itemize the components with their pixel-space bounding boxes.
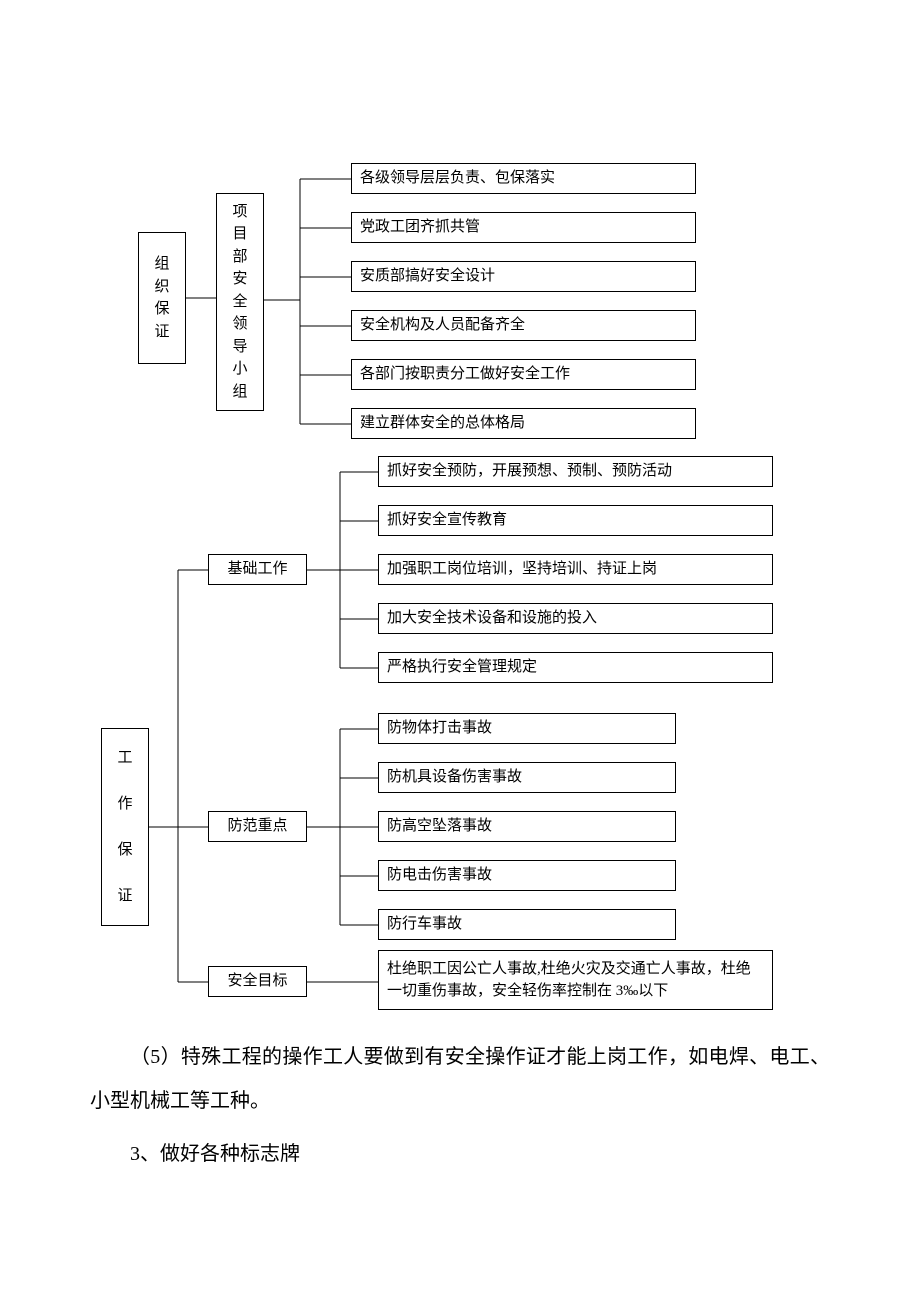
paragraph-5-text: （5）特殊工程的操作工人要做到有安全操作证才能上岗工作，如电焊、电工、小型机械工… xyxy=(90,1046,830,1112)
root-work-assurance: 工 作 保 证 xyxy=(101,728,149,926)
mid-prevent-key-text: 防范重点 xyxy=(227,815,287,838)
root2-c3: 保 xyxy=(117,839,132,862)
mid-basic-work-text: 基础工作 xyxy=(227,558,287,581)
mid1-c8: 小 xyxy=(232,358,247,381)
leaf-text: 各部门按职责分工做好安全工作 xyxy=(360,363,570,386)
root2-c4: 证 xyxy=(117,885,132,908)
root-org-assurance: 组 织 保 证 xyxy=(138,232,186,364)
leaf-safety-education: 抓好安全宣传教育 xyxy=(378,505,773,536)
leaf-safety-prevention: 抓好安全预防，开展预想、预制、预防活动 xyxy=(378,456,773,487)
mid1-c7: 导 xyxy=(232,336,247,359)
mid-project-safety-group: 项 目 部 安 全 领 导 小 组 xyxy=(216,193,264,411)
leaf-text: 防电击伤害事故 xyxy=(387,864,492,887)
mid1-c9: 组 xyxy=(232,381,247,404)
leaf-object-strike: 防物体打击事故 xyxy=(378,713,676,744)
leaf-text: 党政工团齐抓共管 xyxy=(360,216,480,239)
leaf-vehicle-accident: 防行车事故 xyxy=(378,909,676,940)
root2-c2: 作 xyxy=(117,793,132,816)
root-org-c3: 保 xyxy=(154,298,169,321)
leaf-fall-accident: 防高空坠落事故 xyxy=(378,811,676,842)
mid-safety-goal-text: 安全目标 xyxy=(227,970,287,993)
leaf-org-staffing: 安全机构及人员配备齐全 xyxy=(351,310,696,341)
mid1-c3: 部 xyxy=(232,246,247,269)
leaf-safety-investment: 加大安全技术设备和设施的投入 xyxy=(378,603,773,634)
leaf-job-training: 加强职工岗位培训，坚持培训、持证上岗 xyxy=(378,554,773,585)
leaf-text: 加大安全技术设备和设施的投入 xyxy=(387,607,597,630)
leaf-text: 抓好安全预防，开展预想、预制、预防活动 xyxy=(387,460,672,483)
leaf-group-safety-pattern: 建立群体安全的总体格局 xyxy=(351,408,696,439)
paragraph-5: （5）特殊工程的操作工人要做到有安全操作证才能上岗工作，如电焊、电工、小型机械工… xyxy=(0,1035,920,1123)
mid-basic-work: 基础工作 xyxy=(208,554,307,585)
mid1-c5: 全 xyxy=(232,291,247,314)
leaf-text: 防高空坠落事故 xyxy=(387,815,492,838)
leaf-text: 防物体打击事故 xyxy=(387,717,492,740)
leaf-text: 严格执行安全管理规定 xyxy=(387,656,537,679)
leaf-text: 各级领导层层负责、包保落实 xyxy=(360,167,555,190)
leaf-electric-shock: 防电击伤害事故 xyxy=(378,860,676,891)
leaf-party-union-manage: 党政工团齐抓共管 xyxy=(351,212,696,243)
leaf-text: 防机具设备伤害事故 xyxy=(387,766,522,789)
mid1-c1: 项 xyxy=(232,201,247,224)
mid-safety-goal: 安全目标 xyxy=(208,966,307,997)
mid-prevent-key: 防范重点 xyxy=(208,811,307,842)
leaf-dept-duties: 各部门按职责分工做好安全工作 xyxy=(351,359,696,390)
leaf-text: 抓好安全宣传教育 xyxy=(387,509,507,532)
leaf-leaders-responsible: 各级领导层层负责、包保落实 xyxy=(351,163,696,194)
leaf-text: 安质部搞好安全设计 xyxy=(360,265,495,288)
root2-c1: 工 xyxy=(117,747,132,770)
leaf-text: 安全机构及人员配备齐全 xyxy=(360,314,525,337)
root-org-c1: 组 xyxy=(154,253,169,276)
leaf-text: 加强职工岗位培训，坚持培训、持证上岗 xyxy=(387,558,657,581)
root-org-c2: 织 xyxy=(154,276,169,299)
mid1-c4: 安 xyxy=(232,268,247,291)
page: 组 织 保 证 项 目 部 安 全 领 导 小 组 各级领导层层负责、包保落实 … xyxy=(0,0,920,1302)
leaf-machine-injury: 防机具设备伤害事故 xyxy=(378,762,676,793)
leaf-safety-design: 安质部搞好安全设计 xyxy=(351,261,696,292)
mid1-c6: 领 xyxy=(232,313,247,336)
leaf-text: 建立群体安全的总体格局 xyxy=(360,412,525,435)
leaf-text: 防行车事故 xyxy=(387,913,462,936)
leaf-safety-target-text: 杜绝职工因公亡人事故,杜绝火灾及交通亡人事故，杜绝一切重伤事故，安全轻伤率控制在… xyxy=(378,950,773,1010)
mid1-c2: 目 xyxy=(232,223,247,246)
leaf-safety-rules: 严格执行安全管理规定 xyxy=(378,652,773,683)
paragraph-heading-3-text: 3、做好各种标志牌 xyxy=(130,1143,300,1165)
paragraph-heading-3: 3、做好各种标志牌 xyxy=(0,1132,920,1176)
root-org-c4: 证 xyxy=(154,321,169,344)
leaf-text: 杜绝职工因公亡人事故,杜绝火灾及交通亡人事故，杜绝一切重伤事故，安全轻伤率控制在… xyxy=(387,958,764,1003)
